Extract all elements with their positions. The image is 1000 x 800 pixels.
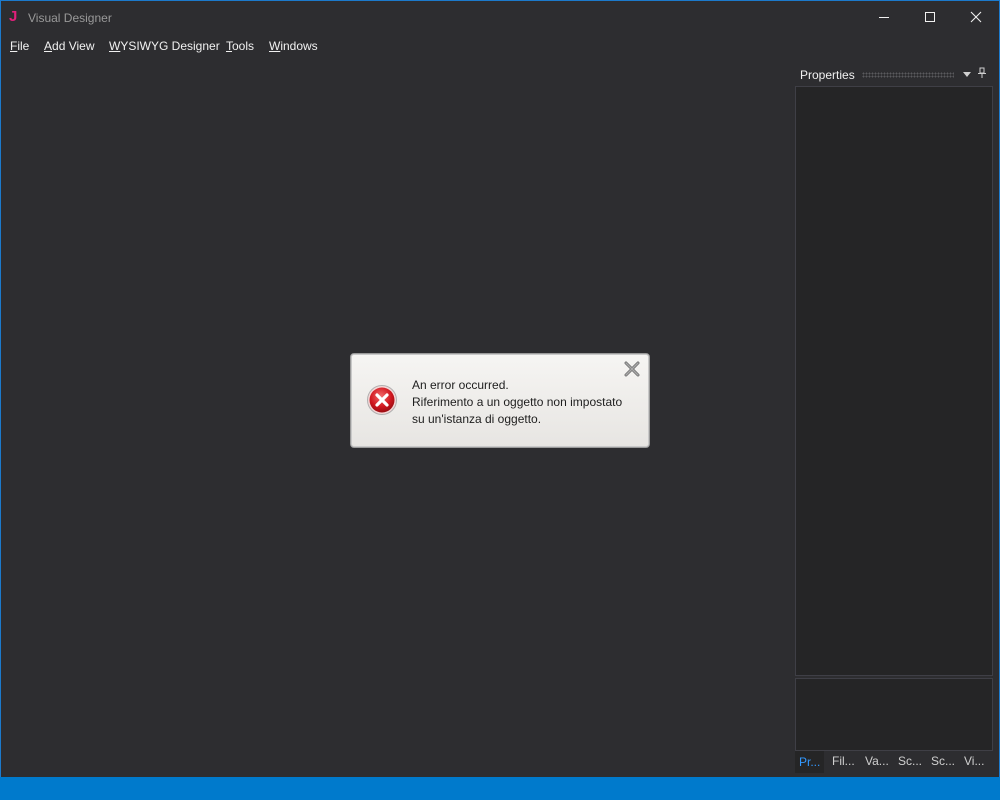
menu-file-label: ile <box>17 39 30 53</box>
menu-windows-label: indows <box>280 39 318 53</box>
app-logo: J <box>9 8 18 25</box>
error-icon <box>367 385 397 415</box>
error-message: An error occurred. Riferimento a un ogge… <box>412 377 649 428</box>
menu-file[interactable]: File <box>10 39 29 53</box>
properties-panel: Properties Pr... Fil... Va... Sc... Sc..… <box>794 64 993 774</box>
tab-properties[interactable]: Pr... <box>795 751 825 773</box>
menu-windows-accel: W <box>269 39 281 53</box>
menu-wysiwyg-accel: W <box>109 39 121 53</box>
close-button[interactable] <box>953 1 999 33</box>
menu-wysiwyg-label: YSIWYG Designer <box>120 39 220 53</box>
tab-sc-1[interactable]: Sc... <box>898 754 922 768</box>
minimize-button[interactable] <box>861 1 907 33</box>
close-icon[interactable] <box>623 360 641 378</box>
menu-windows[interactable]: Windows <box>269 39 318 53</box>
maximize-button[interactable] <box>907 1 953 33</box>
title-bar[interactable]: J Visual Designer <box>1 1 999 33</box>
menu-add-view-label: dd View <box>52 39 95 53</box>
properties-header[interactable]: Properties <box>794 64 993 85</box>
menu-tools[interactable]: Tools <box>226 39 254 53</box>
tab-sc-2[interactable]: Sc... <box>931 754 955 768</box>
error-line-1: An error occurred. <box>412 378 509 392</box>
properties-title: Properties <box>800 68 855 82</box>
error-line-3: su un'istanza di oggetto. <box>412 412 542 426</box>
chevron-down-icon[interactable] <box>962 69 972 79</box>
property-grid[interactable] <box>795 86 993 676</box>
error-notification: An error occurred. Riferimento a un ogge… <box>350 353 650 448</box>
maximize-icon <box>925 12 935 22</box>
properties-tab-strip: Pr... Fil... Va... Sc... Sc... Vi... <box>794 751 993 773</box>
menu-bar: File Add View WYSIWYG Designer Tools Win… <box>1 35 999 57</box>
close-icon <box>970 11 982 23</box>
pin-icon[interactable] <box>976 67 988 79</box>
property-description <box>795 678 993 751</box>
status-bar <box>0 777 1000 800</box>
window-title: Visual Designer <box>28 11 112 25</box>
tab-views[interactable]: Vi... <box>964 754 984 768</box>
panel-grip[interactable] <box>862 72 954 78</box>
menu-wysiwyg-designer[interactable]: WYSIWYG Designer <box>109 39 220 53</box>
menu-add-view[interactable]: Add View <box>44 39 95 53</box>
tab-files[interactable]: Fil... <box>832 754 855 768</box>
minimize-icon <box>879 17 889 18</box>
menu-add-view-accel: A <box>44 39 53 53</box>
tab-variables[interactable]: Va... <box>865 754 889 768</box>
error-line-2: Riferimento a un oggetto non impostato <box>412 395 623 409</box>
menu-tools-label: ools <box>232 39 255 53</box>
